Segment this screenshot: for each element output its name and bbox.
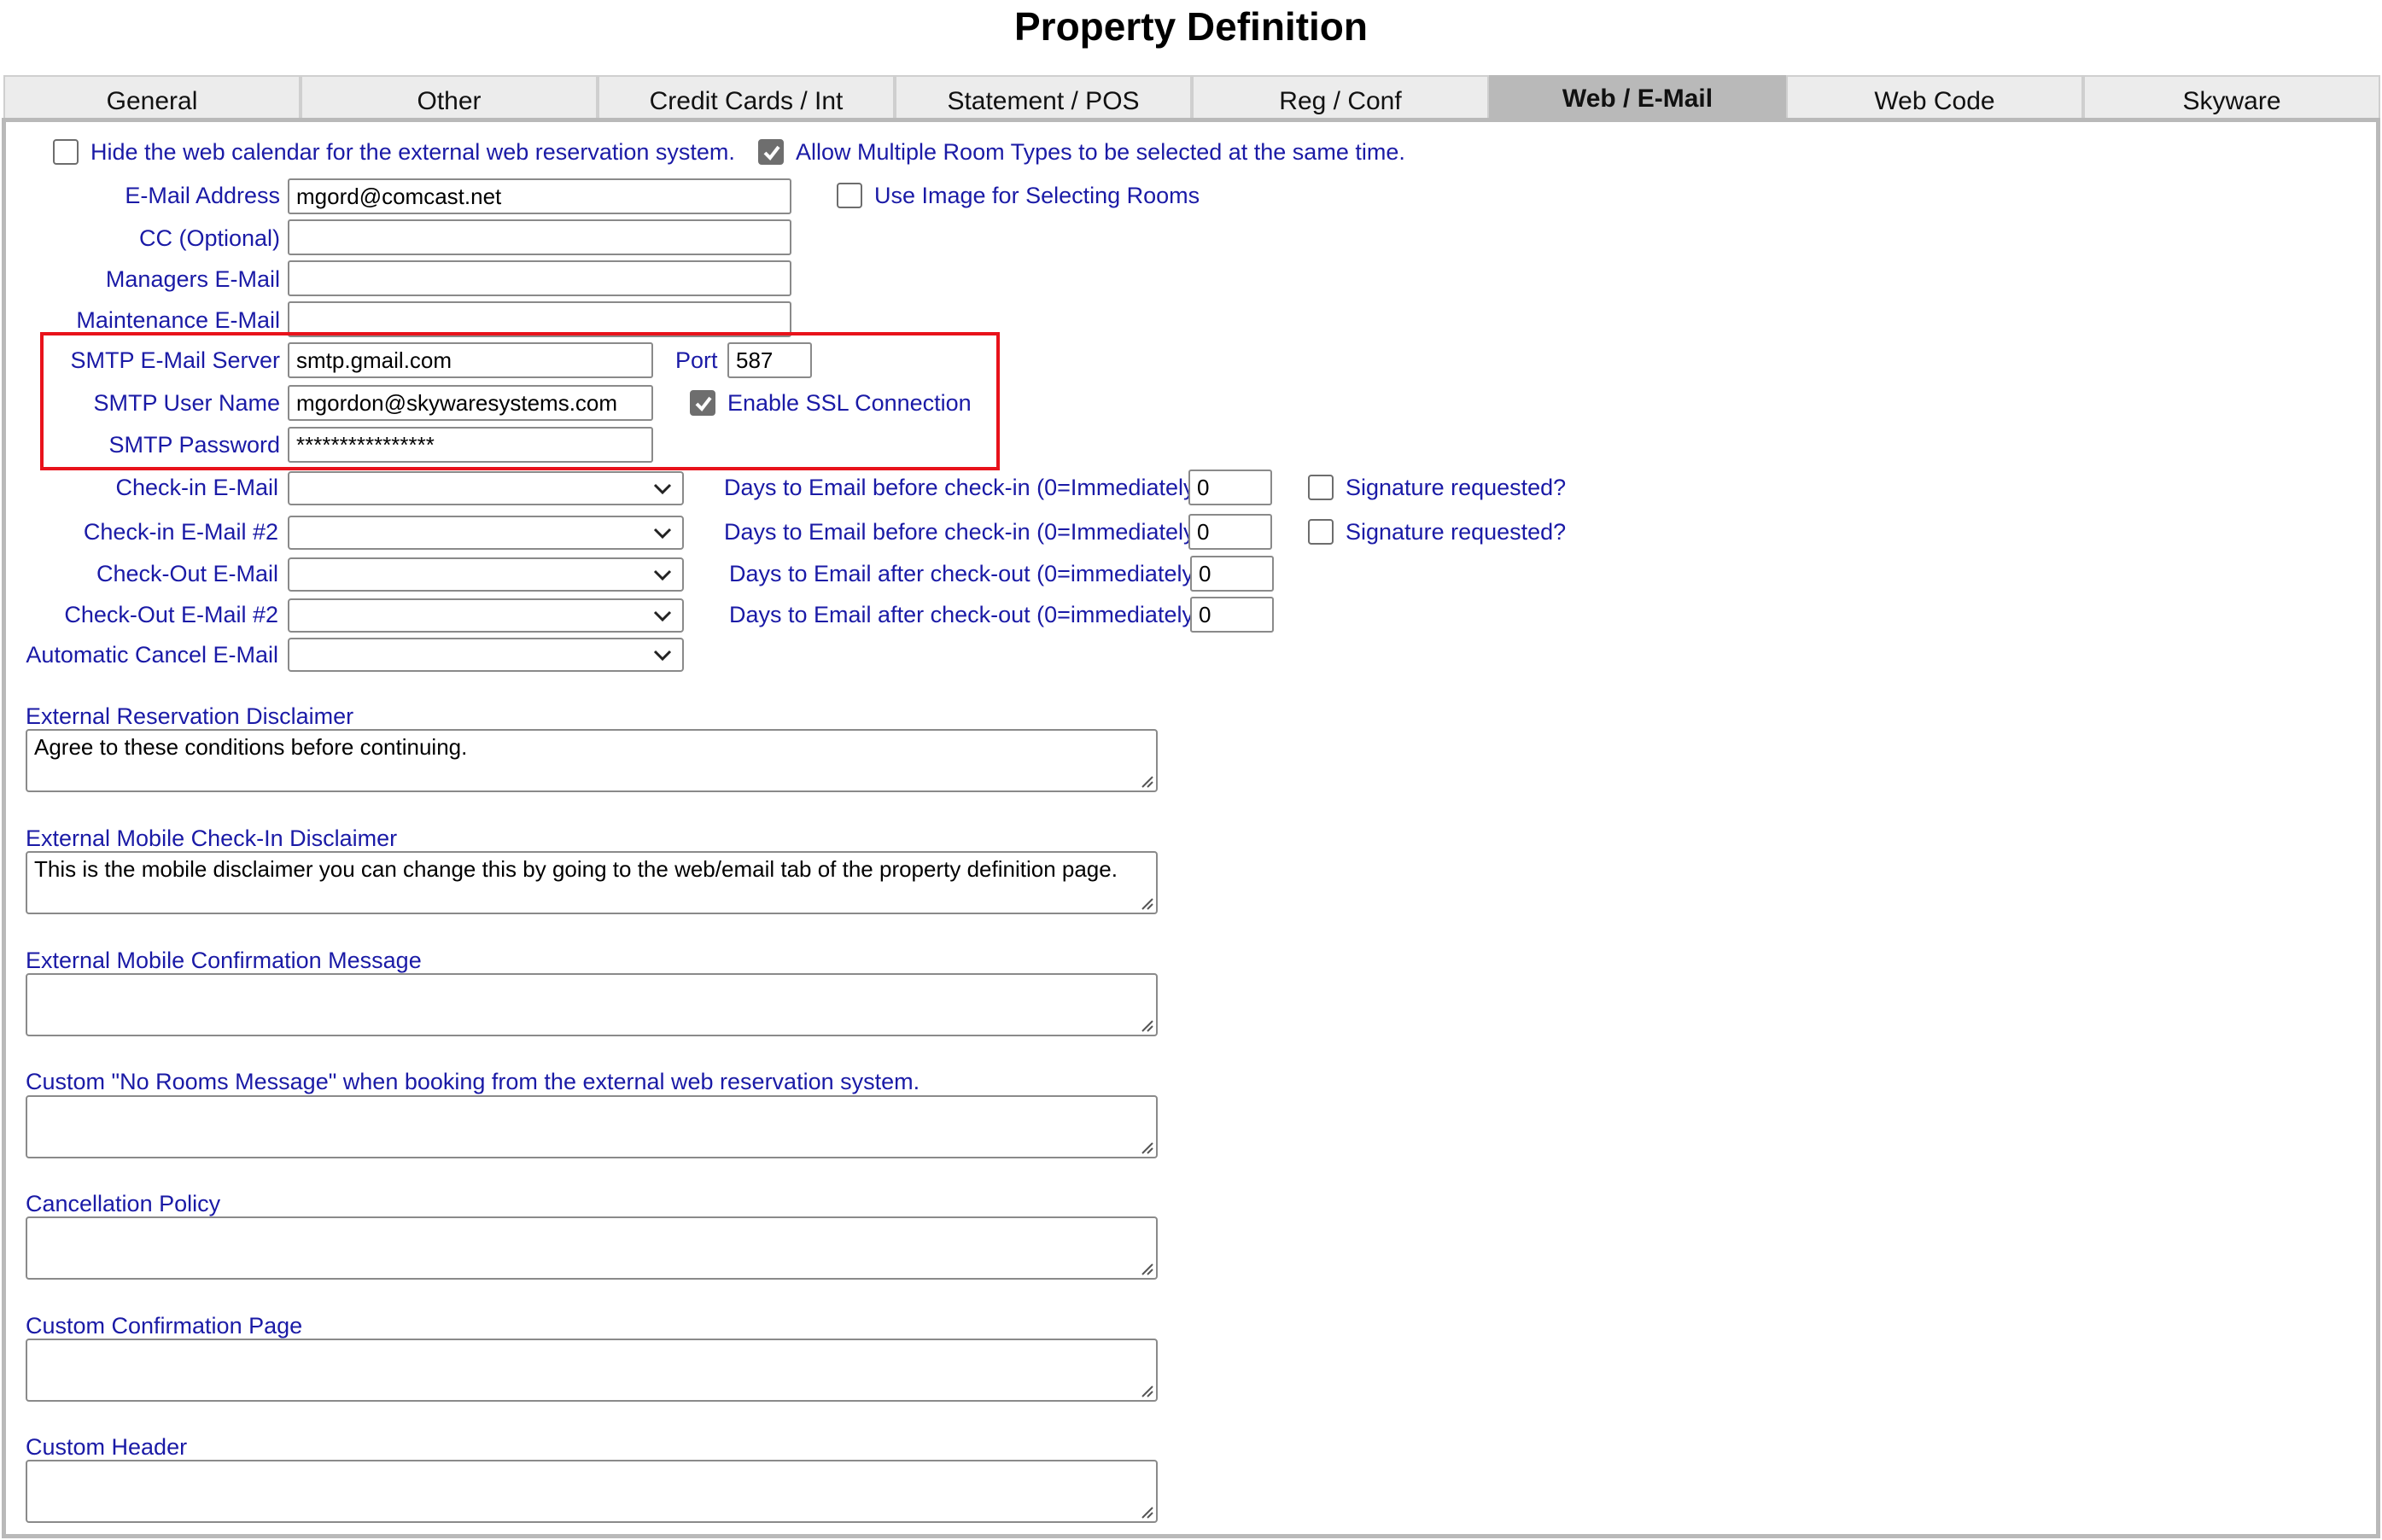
checkin-days2-input[interactable]: 0 xyxy=(1188,514,1272,550)
custom-confirmation-page-label: Custom Confirmation Page xyxy=(26,1313,303,1339)
signature2-label: Signature requested? xyxy=(1346,519,1567,545)
tab-web-email[interactable]: Web / E-Mail xyxy=(1489,75,1786,118)
auto-cancel-label: Automatic Cancel E-Mail xyxy=(26,642,278,668)
chevron-down-icon xyxy=(653,483,672,495)
no-rooms-message-textarea[interactable] xyxy=(26,1095,1158,1158)
checkin-email-select[interactable] xyxy=(288,471,684,505)
resize-grip-icon[interactable] xyxy=(1138,1139,1153,1154)
chevron-down-icon xyxy=(653,528,672,540)
checkin-email2-label: Check-in E-Mail #2 xyxy=(83,519,278,545)
mobile-confirmation-label: External Mobile Confirmation Message xyxy=(26,948,422,973)
managers-email-label: Managers E-Mail xyxy=(105,266,280,292)
reservation-disclaimer-label: External Reservation Disclaimer xyxy=(26,703,354,729)
mobile-checkin-disclaimer-label: External Mobile Check-In Disclaimer xyxy=(26,825,398,851)
managers-email-input[interactable] xyxy=(288,260,791,296)
checkin-days-label: Days to Email before check-in (0=Immedia… xyxy=(724,475,1203,500)
checkout-days2-input[interactable]: 0 xyxy=(1190,597,1274,633)
maintenance-email-label: Maintenance E-Mail xyxy=(76,307,280,333)
smtp-highlight-box xyxy=(40,332,1000,470)
tab-bar: General Other Credit Cards / Int Stateme… xyxy=(3,75,2382,118)
signature-label: Signature requested? xyxy=(1346,475,1567,500)
chevron-down-icon xyxy=(653,610,672,622)
checkout-email-label: Check-Out E-Mail xyxy=(96,561,278,586)
tab-general[interactable]: General xyxy=(3,75,301,118)
custom-header-textarea[interactable] xyxy=(26,1460,1158,1523)
checkout-email2-label: Check-Out E-Mail #2 xyxy=(64,602,278,627)
resize-grip-icon[interactable] xyxy=(1138,773,1153,788)
reservation-disclaimer-text: Agree to these conditions before continu… xyxy=(34,734,468,760)
resize-grip-icon[interactable] xyxy=(1138,1382,1153,1397)
allow-multiple-label: Allow Multiple Room Types to be selected… xyxy=(796,139,1405,165)
no-rooms-message-label: Custom "No Rooms Message" when booking f… xyxy=(26,1069,920,1094)
signature-checkbox[interactable] xyxy=(1308,475,1334,500)
cancellation-policy-textarea[interactable] xyxy=(26,1216,1158,1280)
hide-calendar-label: Hide the web calendar for the external w… xyxy=(90,139,735,165)
use-image-checkbox[interactable] xyxy=(837,183,862,208)
tab-skyware[interactable]: Skyware xyxy=(2083,75,2380,118)
tab-other[interactable]: Other xyxy=(301,75,598,118)
mobile-checkin-disclaimer-textarea[interactable]: This is the mobile disclaimer you can ch… xyxy=(26,851,1158,914)
mobile-checkin-disclaimer-text: This is the mobile disclaimer you can ch… xyxy=(34,856,1118,882)
checkout-days-label: Days to Email after check-out (0=immedia… xyxy=(729,561,1201,586)
page-title: Property Definition xyxy=(1013,4,1369,49)
tab-reg-conf[interactable]: Reg / Conf xyxy=(1192,75,1489,118)
checkout-days2-label: Days to Email after check-out (0=immedia… xyxy=(729,602,1201,627)
checkout-days-input[interactable]: 0 xyxy=(1190,556,1274,592)
hide-calendar-checkbox[interactable] xyxy=(53,139,79,165)
resize-grip-icon[interactable] xyxy=(1138,895,1153,910)
allow-multiple-checkbox[interactable] xyxy=(758,139,784,165)
resize-grip-icon[interactable] xyxy=(1138,1260,1153,1275)
tab-web-code[interactable]: Web Code xyxy=(1786,75,2083,118)
checkin-email2-select[interactable] xyxy=(288,516,684,550)
chevron-down-icon xyxy=(653,569,672,581)
check-icon xyxy=(763,145,780,161)
chevron-down-icon xyxy=(653,650,672,662)
auto-cancel-select[interactable] xyxy=(288,638,684,672)
cc-input[interactable] xyxy=(288,219,791,255)
resize-grip-icon[interactable] xyxy=(1138,1017,1153,1032)
cancellation-policy-label: Cancellation Policy xyxy=(26,1191,221,1216)
custom-header-label: Custom Header xyxy=(26,1434,188,1460)
custom-confirmation-page-textarea[interactable] xyxy=(26,1339,1158,1402)
checkout-email2-select[interactable] xyxy=(288,598,684,633)
signature2-checkbox[interactable] xyxy=(1308,519,1334,545)
tab-statement-pos[interactable]: Statement / POS xyxy=(895,75,1192,118)
email-address-input[interactable]: mgord@comcast.net xyxy=(288,178,791,214)
tab-credit-cards[interactable]: Credit Cards / Int xyxy=(598,75,895,118)
cc-label: CC (Optional) xyxy=(138,225,280,251)
reservation-disclaimer-textarea[interactable]: Agree to these conditions before continu… xyxy=(26,729,1158,792)
resize-grip-icon[interactable] xyxy=(1138,1503,1153,1519)
checkout-email-select[interactable] xyxy=(288,557,684,592)
email-address-label: E-Mail Address xyxy=(125,183,280,208)
mobile-confirmation-textarea[interactable] xyxy=(26,973,1158,1036)
use-image-label: Use Image for Selecting Rooms xyxy=(874,183,1200,208)
checkin-days-input[interactable]: 0 xyxy=(1188,470,1272,505)
checkin-days2-label: Days to Email before check-in (0=Immedia… xyxy=(724,519,1203,545)
checkin-email-label: Check-in E-Mail xyxy=(115,475,278,500)
